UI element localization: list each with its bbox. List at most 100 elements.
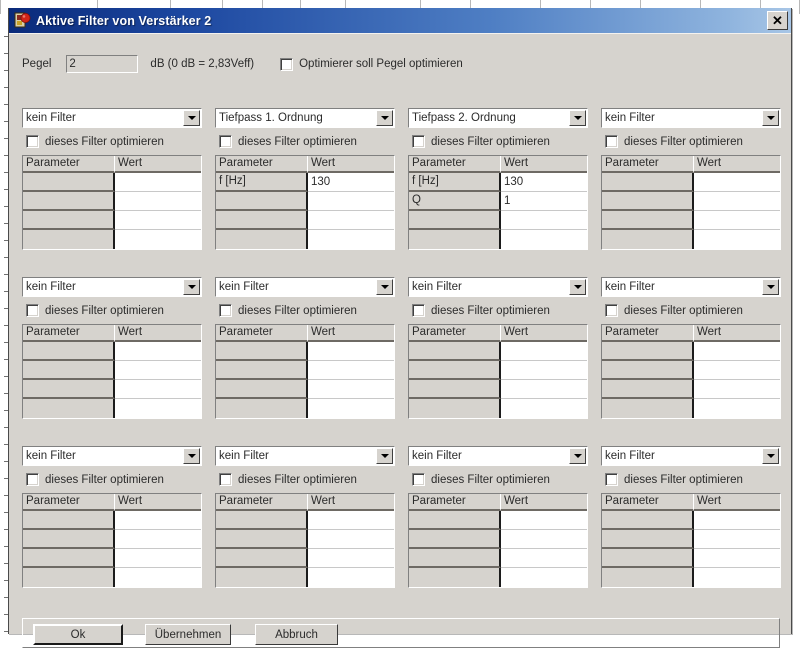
cell-wert[interactable] [501,399,587,418]
table-row[interactable] [23,173,201,192]
cell-parameter[interactable] [23,380,115,399]
cell-wert[interactable] [308,530,394,549]
cell-parameter[interactable] [602,173,694,192]
optimize-filter-checkbox-group-2[interactable]: dieses Filter optimieren [219,134,395,149]
chevron-down-icon[interactable] [762,279,779,295]
optimize-filter-checkbox[interactable] [412,135,425,148]
cell-parameter[interactable] [602,511,694,530]
column-header-wert[interactable]: Wert [694,325,780,342]
table-row[interactable] [23,549,201,568]
cell-wert[interactable] [694,361,780,380]
optimize-filter-checkbox[interactable] [605,135,618,148]
filter-type-select-6[interactable]: kein Filter [215,277,395,297]
optimize-filter-checkbox-group-9[interactable]: dieses Filter optimieren [26,472,202,487]
filter-type-select-12[interactable]: kein Filter [601,446,781,466]
table-row[interactable] [216,361,394,380]
cell-parameter[interactable] [23,342,115,361]
table-row[interactable]: Q1 [409,192,587,211]
optimize-filter-checkbox[interactable] [26,473,39,486]
cell-parameter[interactable] [216,211,308,230]
column-header-wert[interactable]: Wert [308,156,394,173]
cell-parameter[interactable] [409,399,501,418]
optimize-filter-checkbox[interactable] [219,304,232,317]
cell-wert[interactable] [115,568,201,587]
optimize-filter-checkbox-group-11[interactable]: dieses Filter optimieren [412,472,588,487]
level-input[interactable] [66,55,139,73]
cell-parameter[interactable] [602,361,694,380]
cell-parameter[interactable] [409,230,501,249]
table-row[interactable] [23,230,201,249]
column-header-parameter[interactable]: Parameter [23,494,115,511]
column-header-parameter[interactable]: Parameter [409,325,501,342]
cell-parameter[interactable] [23,230,115,249]
optimize-filter-checkbox[interactable] [412,473,425,486]
column-header-wert[interactable]: Wert [694,494,780,511]
cell-wert[interactable] [308,399,394,418]
table-row[interactable] [409,230,587,249]
table-row[interactable] [602,342,780,361]
optimize-level-checkbox-group[interactable]: Optimierer soll Pegel optimieren [280,57,463,71]
column-header-wert[interactable]: Wert [501,156,587,173]
filter-type-select-11[interactable]: kein Filter [408,446,588,466]
table-row[interactable] [602,230,780,249]
table-row[interactable] [216,549,394,568]
table-row[interactable] [216,230,394,249]
table-row[interactable] [602,192,780,211]
cell-wert[interactable] [501,211,587,230]
table-row[interactable] [602,173,780,192]
filter-type-select-7[interactable]: kein Filter [408,277,588,297]
table-row[interactable] [409,530,587,549]
cell-wert[interactable] [308,380,394,399]
cell-parameter[interactable] [216,342,308,361]
cell-parameter[interactable] [216,380,308,399]
cell-parameter[interactable] [602,192,694,211]
chevron-down-icon[interactable] [762,110,779,126]
column-header-parameter[interactable]: Parameter [409,494,501,511]
cell-wert[interactable] [308,361,394,380]
apply-button[interactable]: Übernehmen [145,624,231,645]
cell-parameter[interactable] [23,211,115,230]
filter-type-select-2[interactable]: Tiefpass 1. Ordnung [215,108,395,128]
table-row[interactable] [409,361,587,380]
cell-wert[interactable] [115,530,201,549]
cell-wert[interactable] [115,380,201,399]
table-row[interactable] [216,192,394,211]
cell-parameter[interactable] [409,549,501,568]
table-row[interactable] [23,530,201,549]
table-row[interactable] [216,211,394,230]
cell-parameter[interactable] [602,530,694,549]
chevron-down-icon[interactable] [183,279,200,295]
cell-parameter[interactable] [602,399,694,418]
column-header-parameter[interactable]: Parameter [602,325,694,342]
optimize-filter-checkbox[interactable] [412,304,425,317]
chevron-down-icon[interactable] [762,448,779,464]
cell-wert[interactable] [694,192,780,211]
column-header-parameter[interactable]: Parameter [216,156,308,173]
table-row[interactable] [409,211,587,230]
cell-parameter[interactable]: f [Hz] [216,173,308,192]
table-row[interactable]: f [Hz] 130 [216,173,394,192]
cell-wert[interactable] [501,380,587,399]
cell-parameter[interactable] [216,511,308,530]
filter-type-select-4[interactable]: kein Filter [601,108,781,128]
cell-parameter[interactable] [216,549,308,568]
column-header-wert[interactable]: Wert [115,325,201,342]
cell-parameter[interactable] [23,192,115,211]
table-row[interactable] [409,342,587,361]
cell-wert[interactable]: 130 [501,173,587,192]
cell-wert[interactable] [308,568,394,587]
cell-parameter[interactable] [409,342,501,361]
cell-wert[interactable] [501,361,587,380]
cell-parameter[interactable] [23,173,115,192]
cell-wert[interactable] [501,530,587,549]
table-row[interactable] [602,380,780,399]
table-row[interactable] [409,511,587,530]
cell-parameter[interactable] [602,549,694,568]
cell-wert[interactable] [694,399,780,418]
table-row[interactable] [602,549,780,568]
column-header-parameter[interactable]: Parameter [23,156,115,173]
cell-parameter[interactable] [409,530,501,549]
table-row[interactable] [216,399,394,418]
cell-parameter[interactable] [23,511,115,530]
cell-wert[interactable] [694,173,780,192]
